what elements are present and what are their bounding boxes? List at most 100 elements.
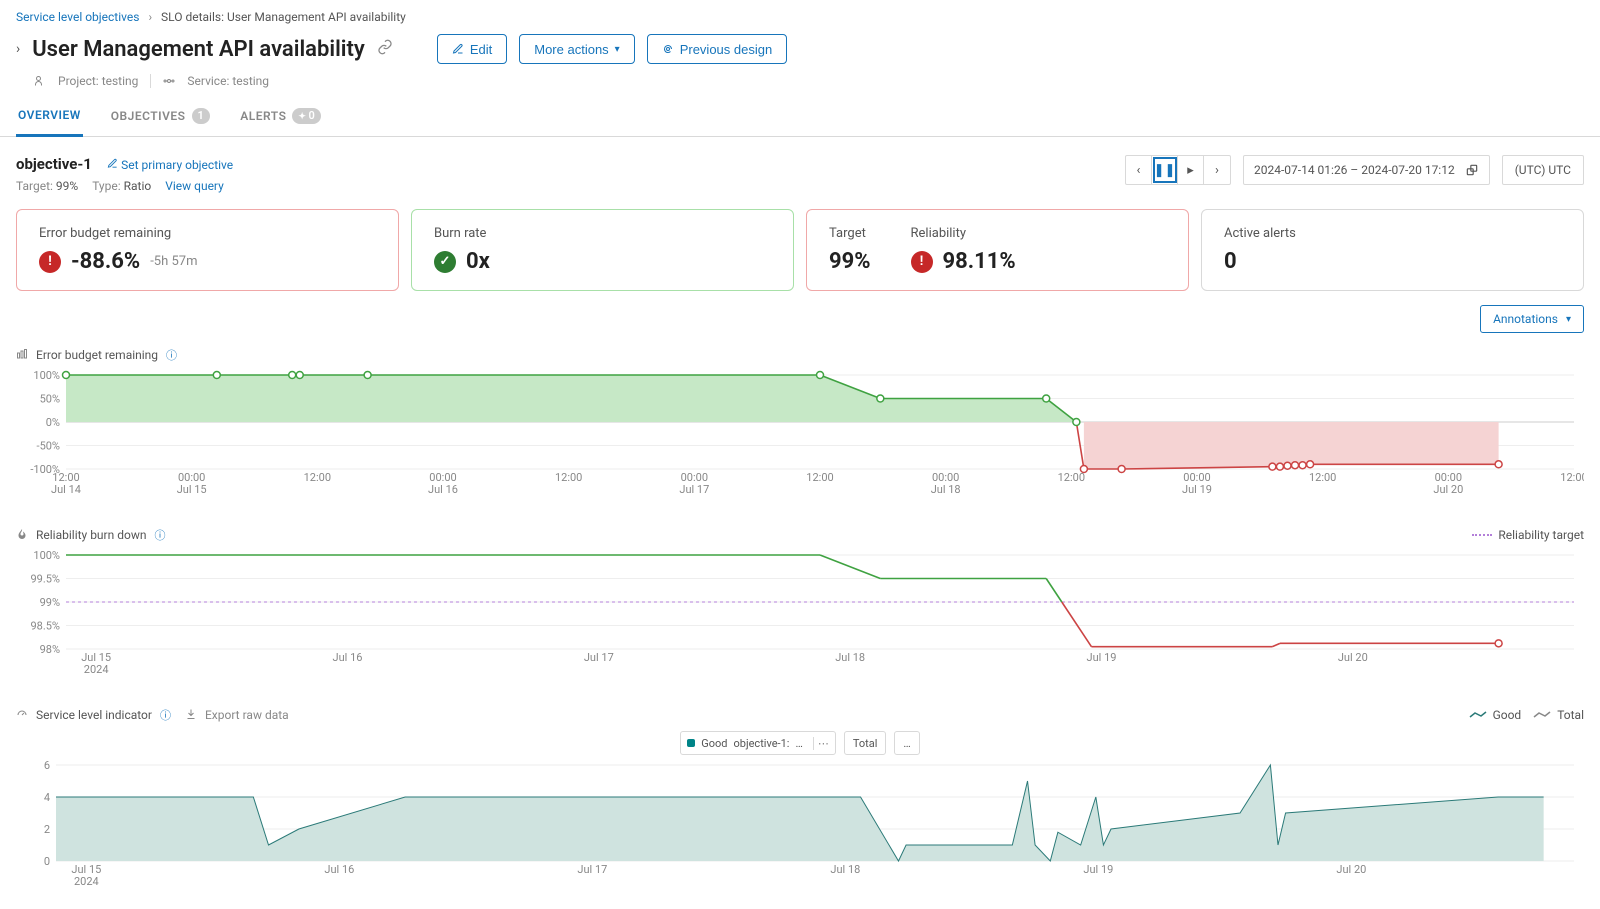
tabs: OVERVIEW OBJECTIVES 1 ALERTS ✦0 [0,98,1600,137]
svg-text:Jul 16: Jul 16 [324,863,354,876]
chevron-down-icon: ▾ [1566,314,1571,325]
svg-text:98%: 98% [40,643,60,656]
tab-alerts[interactable]: ALERTS ✦0 [238,98,323,136]
svg-text:100%: 100% [33,549,60,562]
set-primary-objective-link[interactable]: Set primary objective [107,158,233,172]
svg-text:6: 6 [44,761,50,772]
chevron-down-icon: ▾ [615,44,620,55]
annotations-button[interactable]: Annotations ▾ [1480,305,1584,333]
gauge-icon [16,708,28,723]
svg-text:Jul 20: Jul 20 [1433,483,1463,496]
objective-header: objective-1 Set primary objective Target… [0,137,1600,199]
svg-text:Jul 18: Jul 18 [931,483,961,496]
sli-plot[interactable]: 0246Jul 152024Jul 16Jul 17Jul 18Jul 19Ju… [16,761,1584,891]
status-bad-icon: ! [911,251,933,273]
project-label: Project: testing [58,74,138,88]
info-icon[interactable]: ⓘ [166,347,177,363]
card-burn-rate: Burn rate ✓ 0x [411,209,794,291]
breadcrumb-current: SLO details: User Management API availab… [161,10,406,24]
svg-text:Jul 20: Jul 20 [1336,863,1366,876]
status-bad-icon: ! [39,251,61,273]
objectives-count-badge: 1 [192,108,211,124]
svg-text:4: 4 [44,791,50,804]
chip-total[interactable]: Total [844,731,887,755]
breadcrumb: Service level objectives › SLO details: … [0,0,1600,30]
svg-text:98.5%: 98.5% [30,620,60,633]
info-icon[interactable]: ⓘ [160,707,171,723]
info-icon[interactable]: ⓘ [154,527,165,543]
svg-text:Jul 17: Jul 17 [679,483,709,496]
export-raw-data-link[interactable]: Export raw data [205,708,289,722]
budget-plot[interactable]: 100%50%0%-50%-100%12:00Jul 1400:00Jul 15… [16,369,1584,499]
burn-plot[interactable]: 100%99.5%99%98.5%98%Jul 152024Jul 16Jul … [16,549,1584,679]
svg-text:0: 0 [44,855,50,868]
chart-sli: Service level indicator ⓘ Export raw dat… [0,697,1600,909]
timezone-selector[interactable]: (UTC) UTC [1502,155,1584,185]
time-range-selector[interactable]: 2024-07-14 01:26 – 2024-07-20 17:12 [1243,155,1490,185]
legend-good[interactable]: Good [1469,708,1522,722]
chip-good[interactable]: Good objective-1: … ⋯ [680,731,836,755]
export-icon [185,708,197,723]
calendar-icon [1465,163,1479,177]
svg-text:12:00: 12:00 [1058,471,1085,484]
chevron-right-icon: › [148,10,152,24]
time-nav-pager: ‹ ❚❚ ▸ › [1125,155,1231,185]
time-next-button[interactable]: › [1204,156,1230,184]
meta-row: Project: testing Service: testing [0,70,1600,98]
objective-type: Type: Ratio [92,179,151,193]
pencil-icon [107,158,118,169]
collapse-chevron-icon[interactable]: › [16,41,20,57]
service-icon [163,75,175,87]
previous-design-button[interactable]: Previous design [647,34,788,64]
svg-text:99.5%: 99.5% [30,573,60,586]
svg-text:0%: 0% [46,416,60,429]
chart-error-budget: Error budget remaining ⓘ 100%50%0%-50%-1… [0,337,1600,517]
svg-text:12:00: 12:00 [304,471,331,484]
edit-button[interactable]: Edit [437,34,507,64]
chip-total-more[interactable]: … [894,731,919,755]
more-actions-button[interactable]: More actions ▾ [519,34,634,64]
time-play-button[interactable]: ▸ [1178,156,1204,184]
chart-reliability-burn: Reliability burn down ⓘ Reliability targ… [0,517,1600,697]
copy-link-icon[interactable] [377,39,393,59]
svg-text:Jul 16: Jul 16 [428,483,458,496]
svg-text:Jul 16: Jul 16 [333,651,363,664]
svg-text:Jul 20: Jul 20 [1338,651,1368,664]
svg-text:Jul 15: Jul 15 [177,483,207,496]
svg-text:2024: 2024 [74,875,99,888]
svg-text:100%: 100% [33,369,60,382]
page-title: User Management API availability [32,37,365,62]
svg-text:50%: 50% [40,393,60,406]
time-prev-button[interactable]: ‹ [1126,156,1152,184]
svg-text:Jul 14: Jul 14 [51,483,81,496]
time-pause-button[interactable]: ❚❚ [1152,156,1178,184]
status-good-icon: ✓ [434,251,456,273]
svg-text:12:00: 12:00 [1560,471,1584,484]
project-icon [34,75,46,87]
tab-objectives[interactable]: OBJECTIVES 1 [109,98,213,136]
sparkle-icon: ✦ [298,112,306,122]
svg-text:Jul 18: Jul 18 [830,863,860,876]
svg-text:-50%: -50% [37,440,60,453]
svg-text:Jul 19: Jul 19 [1083,863,1113,876]
card-active-alerts: Active alerts 0 [1201,209,1584,291]
card-error-budget: Error budget remaining ! -88.6% -5h 57m [16,209,399,291]
tab-overview[interactable]: OVERVIEW [16,98,83,137]
view-query-link[interactable]: View query [165,179,224,193]
objective-target: Target: 99% [16,179,78,193]
svg-text:Jul 18: Jul 18 [835,651,865,664]
titlebar: › User Management API availability Edit … [0,30,1600,70]
svg-text:12:00: 12:00 [806,471,833,484]
svg-text:12:00: 12:00 [555,471,582,484]
flame-icon [16,528,28,543]
card-target-reliability: Target 99% Reliability ! 98.11% [806,209,1189,291]
svg-text:2: 2 [44,823,50,836]
breadcrumb-root[interactable]: Service level objectives [16,10,139,24]
chart-icon [16,348,28,363]
legend-reliability-target: Reliability target [1472,528,1584,542]
svg-text:Jul 17: Jul 17 [584,651,614,664]
legend-total[interactable]: Total [1533,708,1584,722]
svg-text:99%: 99% [40,596,60,609]
svg-text:Jul 17: Jul 17 [577,863,607,876]
sli-chips-bar: Good objective-1: … ⋯ Total … [16,729,1584,761]
